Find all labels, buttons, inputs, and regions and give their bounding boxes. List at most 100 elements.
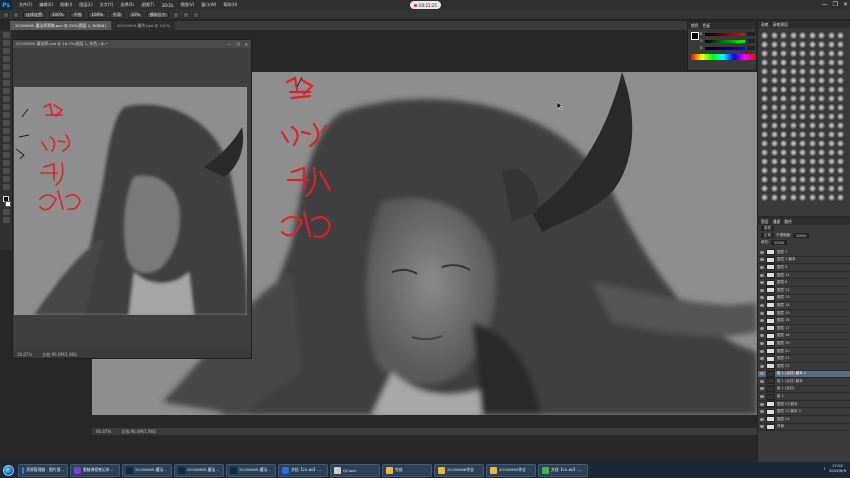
brush-preset-cell[interactable] — [799, 86, 806, 93]
brush-preset-cell[interactable] — [837, 131, 844, 138]
start-button[interactable] — [0, 462, 16, 478]
brush-preset-cell[interactable] — [789, 95, 797, 102]
brush-preset-cell[interactable] — [837, 59, 844, 66]
brush-preset-cell[interactable] — [761, 50, 768, 57]
brush-preset-cell[interactable] — [780, 68, 787, 75]
layer-row[interactable]: 组 1 (合并) — [758, 385, 850, 394]
brush-preset-cell[interactable] — [789, 167, 797, 174]
menu-help[interactable]: 帮助(H) — [223, 2, 237, 8]
taskbar-item[interactable]: 20190908作业 — [434, 463, 484, 477]
pressure-size-icon[interactable] — [182, 11, 189, 18]
brush-preset-cell[interactable] — [808, 176, 816, 183]
brush-preset-cell[interactable] — [808, 95, 816, 102]
brush-preset-cell[interactable] — [770, 59, 778, 66]
brush-preset-cell[interactable] — [770, 32, 778, 39]
brush-preset-cell[interactable] — [827, 176, 835, 183]
brush-preset-cell[interactable] — [761, 185, 768, 192]
brush-preset-cell[interactable] — [780, 176, 787, 183]
brush-preset-cell[interactable] — [789, 149, 797, 156]
floating-maximize-button[interactable]: ❐ — [236, 42, 240, 47]
visibility-eye-icon[interactable] — [760, 417, 764, 421]
red-slider[interactable] — [705, 32, 745, 36]
layer-row[interactable]: 图层 23 副本 — [758, 401, 850, 409]
brush-preset-cell[interactable] — [827, 122, 835, 129]
brush-preset-cell[interactable] — [799, 176, 806, 183]
brush-preset-cell[interactable] — [837, 77, 844, 84]
layer-row[interactable]: 图层 13 — [758, 294, 850, 303]
brush-preset-cell[interactable] — [837, 50, 844, 57]
brush-preset-cell[interactable] — [818, 50, 825, 57]
brush-preset-cell[interactable] — [789, 86, 797, 93]
taskbar-item[interactable]: 20190905作业 — [486, 463, 536, 477]
layer-row[interactable]: 图层 1 副本 — [758, 256, 850, 265]
brush-preset-cell[interactable] — [818, 86, 825, 93]
brush-preset-cell[interactable] — [780, 122, 787, 129]
brush-preset-cell[interactable] — [818, 95, 825, 102]
brush-preset-cell[interactable] — [780, 41, 787, 48]
layer-row[interactable]: 组 1 (合并) 副本 2 — [758, 370, 850, 379]
visibility-eye-icon[interactable] — [760, 410, 764, 414]
brush-preset-cell[interactable] — [780, 167, 787, 174]
menu-view[interactable]: 视图(V) — [180, 2, 194, 8]
blend-mode-dropdown[interactable]: 正常 — [761, 233, 774, 238]
taskbar-item[interactable]: QClock — [330, 463, 380, 477]
brush-preset-cell[interactable] — [799, 167, 806, 174]
brush-preset-cell[interactable] — [770, 104, 778, 111]
lasso-tool-icon[interactable] — [2, 48, 10, 54]
menu-window[interactable]: 窗口(W) — [201, 2, 216, 8]
tab-brush-presets[interactable]: 画笔预设 — [773, 22, 788, 28]
brush-preset-cell[interactable] — [789, 131, 797, 138]
tab-layers[interactable]: 图层 — [761, 219, 769, 225]
brush-preset-cell[interactable] — [808, 68, 816, 75]
taskbar-clock[interactable]: 17:02 2019/9/9 — [829, 463, 846, 473]
eraser-tool-icon[interactable] — [2, 112, 10, 118]
layer-row[interactable]: 图层 7 — [758, 249, 850, 257]
brush-preset-cell[interactable] — [761, 140, 768, 147]
brush-size-icon[interactable] — [13, 11, 19, 18]
brush-tool-preset-icon[interactable] — [3, 11, 9, 18]
symmetry-icon[interactable] — [192, 11, 199, 18]
brush-preset-cell[interactable] — [837, 41, 844, 48]
brush-preset-cell[interactable] — [780, 140, 787, 147]
visibility-eye-icon[interactable] — [760, 250, 764, 254]
floating-canvas[interactable] — [14, 87, 247, 315]
taskbar-item[interactable]: 20190905-魔法... — [226, 463, 276, 477]
quick-mask-icon[interactable] — [2, 209, 10, 215]
brush-preset-cell[interactable] — [780, 113, 787, 120]
brush-preset-cell[interactable] — [799, 122, 806, 129]
brush-preset-cell[interactable] — [808, 122, 816, 129]
brush-preset-cell[interactable] — [818, 167, 825, 174]
brush-preset-cell[interactable] — [818, 77, 825, 84]
brush-preset-cell[interactable] — [770, 131, 778, 138]
brush-preset-cell[interactable] — [799, 95, 806, 102]
color-spectrum-bar[interactable] — [691, 54, 755, 60]
brush-preset-cell[interactable] — [789, 113, 797, 120]
brush-preset-cell[interactable] — [761, 68, 768, 75]
brush-preset-cell[interactable] — [827, 77, 835, 84]
marquee-tool-icon[interactable] — [2, 40, 10, 46]
visibility-eye-icon[interactable] — [760, 387, 764, 391]
brush-preset-cell[interactable] — [780, 86, 787, 93]
brush-preset-cell[interactable] — [761, 86, 768, 93]
layer-row[interactable]: 图层 8 — [758, 279, 850, 287]
taskbar-item[interactable]: 完成 — [382, 463, 432, 477]
brush-preset-cell[interactable] — [808, 41, 816, 48]
minimize-button[interactable]: — — [822, 1, 828, 8]
brush-preset-cell[interactable] — [789, 50, 797, 57]
layer-row[interactable]: 组 1 (合并) 副本 — [758, 378, 850, 386]
layer-row[interactable]: 图层 18 — [758, 332, 850, 341]
brush-preset-cell[interactable] — [780, 32, 787, 39]
brush-preset-cell[interactable] — [761, 32, 768, 39]
menu-type[interactable]: 文字(Y) — [100, 2, 114, 8]
brush-preset-cell[interactable] — [808, 131, 816, 138]
background-color-swatch[interactable] — [5, 201, 11, 207]
visibility-eye-icon[interactable] — [760, 319, 764, 323]
brush-preset-cell[interactable] — [837, 32, 844, 39]
brush-preset-cell[interactable] — [780, 158, 787, 165]
brush-preset-cell[interactable] — [808, 185, 816, 192]
brush-preset-cell[interactable] — [780, 185, 787, 192]
brush-preset-cell[interactable] — [827, 86, 835, 93]
pen-tool-icon[interactable] — [2, 144, 10, 150]
stamp-tool-icon[interactable] — [2, 96, 10, 102]
taskbar-item[interactable]: 雷魅课程笔记本... — [70, 463, 120, 477]
